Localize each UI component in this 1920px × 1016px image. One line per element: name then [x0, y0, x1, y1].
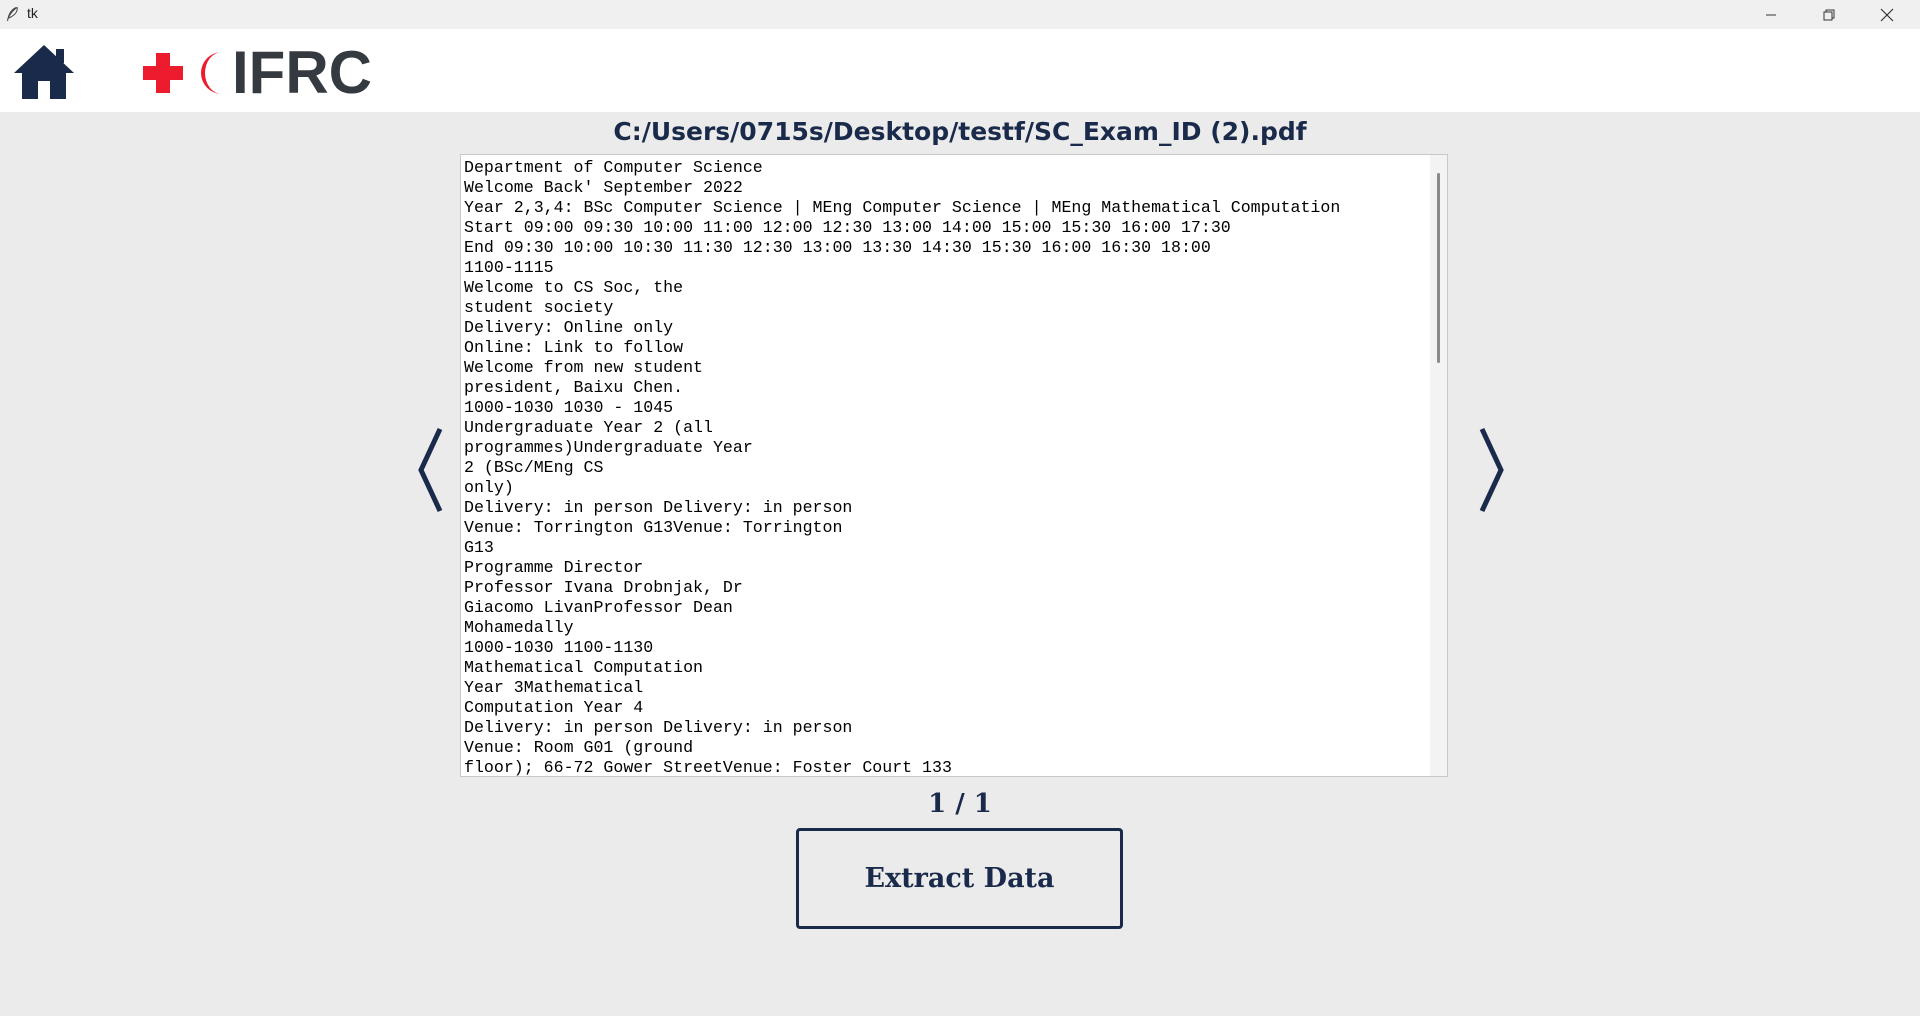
- window-title: tk: [27, 5, 38, 21]
- home-icon: [14, 45, 74, 99]
- pdf-text-area[interactable]: Department of Computer Science Welcome B…: [460, 154, 1448, 777]
- extract-data-label: Extract Data: [864, 863, 1055, 894]
- restore-button[interactable]: [1800, 0, 1858, 29]
- red-crescent-icon: [200, 51, 222, 94]
- home-button[interactable]: [12, 43, 76, 100]
- red-cross-icon: [143, 53, 183, 93]
- window-titlebar: tk: [0, 0, 1920, 29]
- file-path-label: C:/Users/0715s/Desktop/testf/SC_Exam_ID …: [613, 117, 1307, 146]
- vertical-scrollbar[interactable]: [1430, 155, 1447, 776]
- next-page-button[interactable]: [1472, 420, 1512, 520]
- logo-text: IFRC: [232, 39, 372, 106]
- close-icon: [1880, 8, 1894, 21]
- restore-icon: [1823, 9, 1835, 20]
- extract-data-button[interactable]: Extract Data: [796, 828, 1123, 929]
- close-button[interactable]: [1858, 0, 1916, 29]
- pdf-text-content: Department of Computer Science Welcome B…: [464, 158, 1341, 777]
- ifrc-logo: IFRC: [140, 39, 372, 106]
- feather-icon: [7, 6, 18, 21]
- page-indicator: 1 / 1: [928, 789, 992, 819]
- minimize-button[interactable]: [1742, 0, 1800, 29]
- chevron-right-icon: [1479, 427, 1504, 513]
- app-header: IFRC: [0, 29, 1920, 112]
- scrollbar-thumb[interactable]: [1437, 173, 1440, 363]
- minimize-icon: [1766, 14, 1776, 15]
- previous-page-button[interactable]: [410, 420, 450, 520]
- chevron-left-icon: [418, 427, 443, 513]
